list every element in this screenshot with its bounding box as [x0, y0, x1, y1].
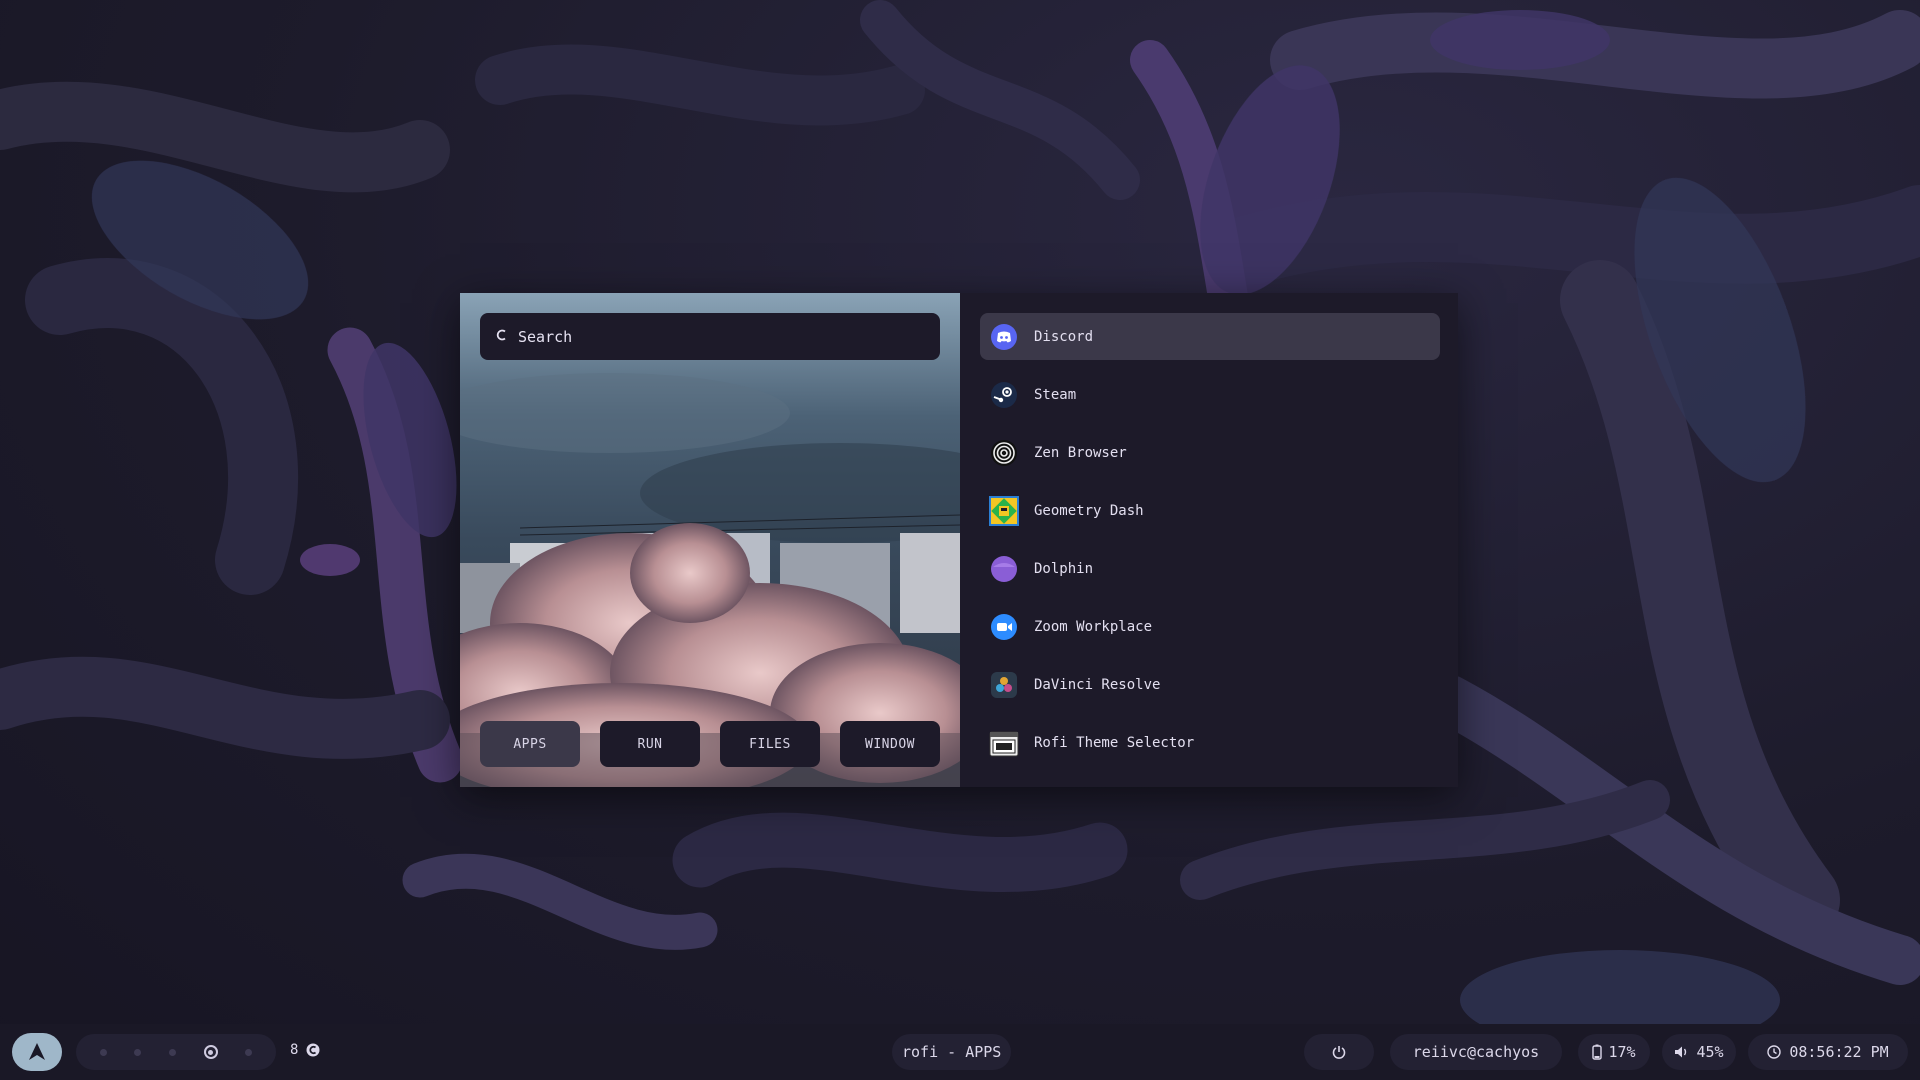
- rofi-left-panel: APPS RUN FILES WINDOW: [460, 293, 960, 787]
- battery-indicator[interactable]: 17%: [1578, 1034, 1650, 1070]
- app-item-dolphin[interactable]: Dolphin: [980, 545, 1440, 592]
- app-item-zen-browser[interactable]: Zen Browser: [980, 429, 1440, 476]
- mode-window-button[interactable]: WINDOW: [840, 721, 940, 767]
- volume-value: 45%: [1696, 1043, 1724, 1061]
- zen-browser-icon: [988, 437, 1020, 469]
- workspace-3[interactable]: [168, 1048, 176, 1056]
- rofi-app-panel: Discord Steam Zen Browser Geometry Dash: [960, 293, 1458, 787]
- tray-count-label: 8: [290, 1042, 299, 1058]
- app-item-label: Geometry Dash: [1034, 502, 1144, 519]
- window-title-label: rofi - APPS: [902, 1043, 1002, 1061]
- power-icon: [1332, 1046, 1346, 1059]
- taskbar: 8 rofi - APPS reiivc@cachyos 17% 45% 08:…: [0, 1024, 1920, 1080]
- arch-logo-icon: [29, 1043, 45, 1060]
- app-item-label: DaVinci Resolve: [1034, 676, 1161, 693]
- app-item-label: Zen Browser: [1034, 444, 1127, 461]
- volume-indicator[interactable]: 45%: [1662, 1034, 1736, 1070]
- workspace-1[interactable]: [99, 1048, 107, 1056]
- app-item-steam[interactable]: Steam: [980, 371, 1440, 418]
- app-item-zoom-workplace[interactable]: Zoom Workplace: [980, 603, 1440, 650]
- app-item-geometry-dash[interactable]: Geometry Dash: [980, 487, 1440, 534]
- dolphin-icon: [988, 553, 1020, 585]
- system-tray[interactable]: 8: [290, 1042, 320, 1058]
- davinci-resolve-icon: [988, 669, 1020, 701]
- clock-time: 08:56:22 PM: [1789, 1043, 1889, 1061]
- app-launcher-button[interactable]: [12, 1033, 62, 1071]
- workspace-switcher: [76, 1034, 276, 1070]
- mode-switcher: APPS RUN FILES WINDOW: [480, 721, 940, 767]
- zoom-icon: [988, 611, 1020, 643]
- app-item-davinci-resolve[interactable]: DaVinci Resolve: [980, 661, 1440, 708]
- clock-icon: [1767, 1045, 1782, 1059]
- search-icon: [496, 329, 510, 345]
- geometry-dash-icon: [988, 495, 1020, 527]
- app-list: Discord Steam Zen Browser Geometry Dash: [980, 313, 1440, 766]
- steam-icon: [988, 379, 1020, 411]
- mode-apps-button[interactable]: APPS: [480, 721, 580, 767]
- active-window-title: rofi - APPS: [892, 1034, 1012, 1070]
- cachyos-tray-icon: [306, 1043, 320, 1057]
- search-bar[interactable]: [480, 313, 940, 360]
- discord-icon: [988, 321, 1020, 353]
- search-input[interactable]: [518, 327, 898, 346]
- app-item-discord[interactable]: Discord: [980, 313, 1440, 360]
- clock[interactable]: 08:56:22 PM: [1748, 1034, 1908, 1070]
- battery-icon: [1592, 1044, 1603, 1060]
- mode-files-button[interactable]: FILES: [720, 721, 820, 767]
- app-item-label: Zoom Workplace: [1034, 618, 1153, 635]
- battery-value: 17%: [1608, 1043, 1636, 1061]
- volume-icon: [1675, 1046, 1687, 1058]
- power-button[interactable]: [1304, 1034, 1374, 1070]
- user-name: reiivc@cachyos: [1412, 1043, 1540, 1061]
- app-item-label: Discord: [1034, 328, 1094, 345]
- workspace-2[interactable]: [134, 1048, 142, 1056]
- user-label[interactable]: reiivc@cachyos: [1390, 1034, 1562, 1070]
- rofi-launcher: APPS RUN FILES WINDOW Discord Steam: [460, 293, 1458, 787]
- app-item-label: Rofi Theme Selector: [1034, 734, 1195, 751]
- rofi-theme-selector-icon: [988, 727, 1020, 759]
- app-item-label: Dolphin: [1034, 560, 1094, 577]
- mode-run-button[interactable]: RUN: [600, 721, 700, 767]
- app-item-label: Steam: [1034, 386, 1077, 403]
- workspace-4-active[interactable]: [203, 1045, 218, 1059]
- app-item-rofi-theme-selector[interactable]: Rofi Theme Selector: [980, 719, 1440, 766]
- workspace-5[interactable]: [245, 1048, 253, 1056]
- cherry-blossom-image: [460, 293, 960, 787]
